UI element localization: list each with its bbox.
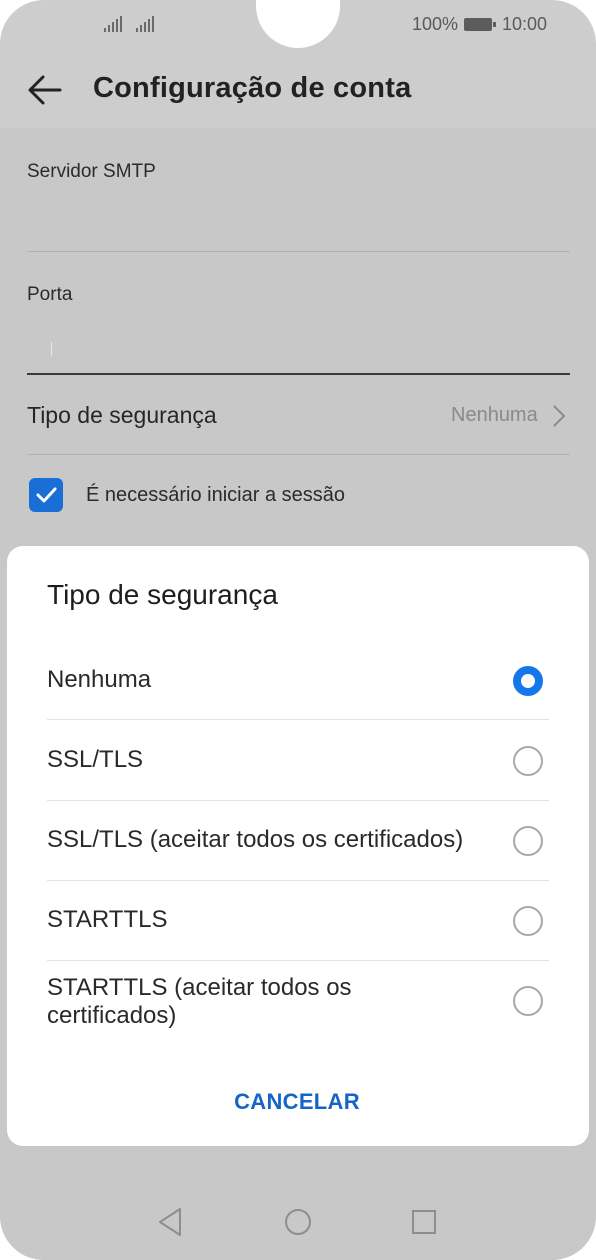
option-label: SSL/TLS (aceitar todos os certificados)	[47, 826, 464, 853]
option-starttls-all-certs[interactable]: STARTTLS (aceitar todos os certificados)	[47, 974, 549, 1034]
security-type-dialog: Tipo de segurança Nenhuma SSL/TLS SSL/TL…	[7, 546, 589, 1146]
login-required-label: É necessário iniciar a sessão	[86, 484, 346, 506]
radio-unselected[interactable]	[513, 906, 543, 936]
divider	[47, 719, 549, 720]
checkmark-icon	[36, 487, 57, 503]
divider	[27, 454, 570, 455]
radio-selected[interactable]	[513, 666, 543, 696]
battery-percent: 100%	[412, 14, 459, 34]
radio-unselected[interactable]	[513, 746, 543, 776]
radio-unselected[interactable]	[513, 826, 543, 856]
camera-notch	[256, 0, 340, 48]
option-none[interactable]: Nenhuma	[47, 666, 549, 706]
battery-icon	[464, 18, 496, 31]
option-ssl-tls-all-certs[interactable]: SSL/TLS (aceitar todos os certificados)	[47, 826, 549, 866]
cancel-button[interactable]: CANCELAR	[197, 1084, 397, 1120]
arrow-left-icon[interactable]	[26, 72, 64, 108]
divider	[27, 251, 570, 252]
smtp-server-label: Servidor SMTP	[27, 161, 156, 182]
phone-screen: 100% 10:00 Configuração de conta Servido…	[0, 0, 596, 1260]
option-ssl-tls[interactable]: SSL/TLS	[47, 746, 549, 786]
port-label: Porta	[27, 284, 73, 305]
security-type-label[interactable]: Tipo de segurança	[27, 402, 217, 429]
option-label: Nenhuma	[47, 666, 152, 693]
port-field-underline	[27, 373, 570, 375]
signal-icon	[136, 16, 158, 32]
option-starttls[interactable]: STARTTLS	[47, 906, 549, 946]
signal-icon	[104, 16, 126, 32]
status-bar: 100% 10:00	[0, 0, 596, 52]
login-required-checkbox[interactable]	[29, 478, 63, 512]
home-circle-icon[interactable]	[284, 1208, 312, 1236]
option-label: STARTTLS (aceitar todos os certificados)	[47, 974, 352, 1029]
back-triangle-icon[interactable]	[156, 1206, 184, 1238]
security-type-value[interactable]: Nenhuma	[451, 404, 538, 427]
text-cursor	[51, 342, 52, 356]
dialog-title: Tipo de segurança	[47, 579, 278, 610]
recents-square-icon[interactable]	[410, 1208, 438, 1236]
divider	[47, 800, 549, 801]
clock: 10:00	[502, 14, 548, 34]
radio-unselected[interactable]	[513, 986, 543, 1016]
divider	[47, 880, 549, 881]
option-label: SSL/TLS	[47, 746, 144, 773]
option-label: STARTTLS	[47, 906, 168, 933]
page-title: Configuração de conta	[93, 72, 412, 104]
divider	[47, 960, 549, 961]
chevron-right-icon	[553, 405, 566, 427]
